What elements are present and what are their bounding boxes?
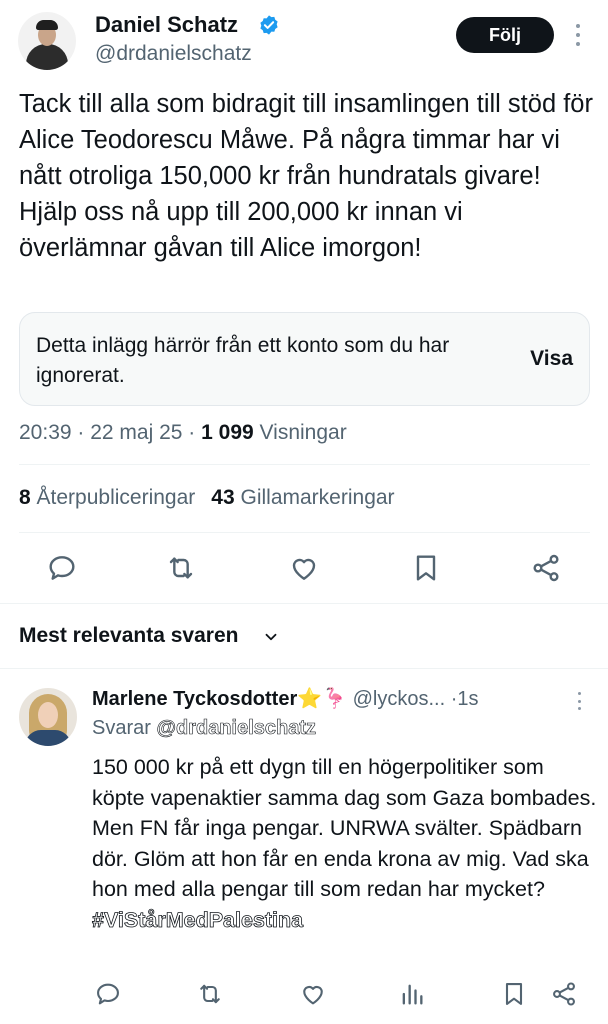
reply-body: 150 000 kr på ett dygn till en högerpoli… — [92, 755, 597, 901]
replying-mention[interactable]: @drdanielschatz — [156, 717, 316, 740]
reposts-count: 8 — [19, 486, 31, 509]
reply-avatar[interactable] — [19, 688, 77, 746]
views-icon[interactable] — [398, 980, 426, 1008]
likes-stat[interactable]: 43 Gillamarkeringar — [211, 486, 394, 509]
tweet-time[interactable]: 20:39 — [19, 421, 72, 444]
verified-badge-icon — [260, 15, 278, 35]
replying-to: Svarar @drdanielschatz — [92, 717, 316, 740]
reply-author-name[interactable]: Marlene Tyckosdotter — [92, 688, 297, 710]
show-button[interactable]: Visa — [530, 347, 573, 371]
share-icon[interactable] — [550, 980, 578, 1008]
author-avatar[interactable] — [18, 12, 76, 70]
reply-author-emoji: ⭐🦩 — [297, 688, 348, 710]
reply-more-icon[interactable] — [574, 692, 584, 710]
views-label: Visningar — [259, 421, 347, 444]
tweet-meta: 20:39 · 22 maj 25 · 1 099 Visningar — [19, 421, 347, 444]
bookmark-icon[interactable] — [410, 552, 442, 584]
tweet-action-bar — [0, 548, 608, 588]
divider — [19, 532, 590, 533]
ignored-notice-text: Detta inlägg härrör från ett konto som d… — [36, 334, 450, 387]
chevron-down-icon[interactable] — [262, 627, 280, 647]
tweet-stats: 8 Återpubliceringar 43 Gillamarkeringar — [19, 486, 395, 510]
replying-prefix: Svarar — [92, 717, 151, 739]
reply-text: 150 000 kr på ett dygn till en högerpoli… — [92, 752, 597, 935]
author-name[interactable]: Daniel Schatz — [95, 12, 238, 38]
author-handle[interactable]: @drdanielschatz — [95, 42, 252, 66]
divider — [0, 603, 608, 604]
ignored-account-notice: Detta inlägg härrör från ett konto som d… — [19, 312, 590, 406]
tweet-text: Tack till alla som bidragit till insamli… — [19, 90, 593, 262]
reply-hashtag[interactable]: #ViStårMedPalestina — [92, 907, 304, 932]
divider — [19, 464, 590, 465]
follow-button[interactable]: Följ — [456, 17, 554, 53]
divider — [0, 668, 608, 669]
tweet-date[interactable]: 22 maj 25 — [90, 421, 182, 444]
reply-icon[interactable] — [94, 980, 122, 1008]
like-icon[interactable] — [288, 552, 320, 584]
repost-icon[interactable] — [165, 552, 197, 584]
views-count: 1 099 — [201, 421, 254, 444]
like-icon[interactable] — [299, 980, 327, 1008]
reply-header: Marlene Tyckosdotter⭐🦩 @lyckos... ·1s — [92, 686, 479, 711]
bookmark-icon[interactable] — [500, 980, 528, 1008]
more-icon[interactable] — [572, 24, 584, 46]
reposts-stat[interactable]: 8 Återpubliceringar — [19, 486, 195, 509]
reposts-label: Återpubliceringar — [36, 486, 196, 509]
reply-author-handle[interactable]: @lyckos... — [353, 688, 446, 710]
reply-icon[interactable] — [46, 552, 78, 584]
repost-icon[interactable] — [196, 980, 224, 1008]
likes-count: 43 — [211, 486, 235, 509]
reply-time[interactable]: 1s — [457, 688, 478, 710]
likes-label: Gillamarkeringar — [240, 486, 395, 509]
share-icon[interactable] — [530, 552, 562, 584]
replies-sort-title[interactable]: Mest relevanta svaren — [19, 624, 238, 648]
reply-action-bar — [0, 980, 608, 1012]
